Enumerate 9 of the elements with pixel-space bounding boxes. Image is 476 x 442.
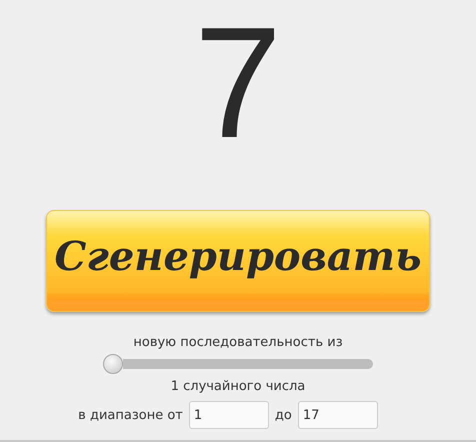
sequence-label: новую последовательность из: [133, 335, 343, 350]
range-to-field[interactable]: 17: [298, 401, 378, 429]
slider-thumb[interactable]: [103, 354, 123, 374]
generate-button[interactable]: Сгенерировать: [46, 210, 430, 312]
result-number: 7: [194, 4, 282, 154]
range-from-field[interactable]: 1: [188, 401, 269, 429]
range-from-label: в диапазоне от: [78, 408, 183, 422]
range-to-label: до: [274, 408, 292, 422]
count-label: 1 случайного числа: [170, 379, 306, 394]
